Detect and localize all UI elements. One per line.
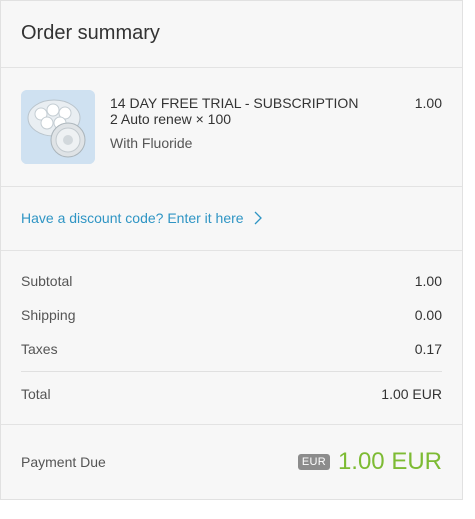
product-price: 1.00 bbox=[414, 95, 442, 111]
discount-code-link[interactable]: Have a discount code? Enter it here bbox=[1, 187, 462, 251]
taxes-row: Taxes 0.17 bbox=[21, 323, 442, 357]
payment-due-row: Payment Due EUR 1.00 EUR bbox=[1, 425, 462, 499]
totals-section: Subtotal 1.00 Shipping 0.00 Taxes 0.17 T… bbox=[1, 251, 462, 425]
product-variant: With Fluoride bbox=[110, 135, 193, 151]
shipping-row: Shipping 0.00 bbox=[21, 289, 442, 323]
total-row: Total 1.00 EUR bbox=[21, 372, 442, 402]
line-item: 14 DAY FREE TRIAL - SUBSCRIPTION 2 Auto … bbox=[1, 68, 462, 187]
order-summary-header: Order summary bbox=[1, 1, 462, 68]
taxes-value: 0.17 bbox=[414, 341, 442, 357]
order-summary-panel: Order summary 14 DAY FREE TRIAL - SUBSCR… bbox=[0, 0, 463, 500]
chevron-right-icon bbox=[253, 211, 263, 228]
order-summary-title: Order summary bbox=[21, 22, 160, 44]
discount-code-label: Have a discount code? Enter it here bbox=[21, 210, 244, 226]
shipping-value: 0.00 bbox=[414, 307, 442, 323]
subtotal-row: Subtotal 1.00 bbox=[21, 251, 442, 289]
taxes-label: Taxes bbox=[21, 341, 58, 357]
total-value: 1.00 EUR bbox=[381, 386, 442, 402]
product-jar-icon bbox=[21, 90, 95, 164]
subtotal-label: Subtotal bbox=[21, 273, 73, 289]
payment-due-amount-group: EUR 1.00 EUR bbox=[297, 448, 442, 476]
payment-due-label: Payment Due bbox=[21, 454, 106, 470]
product-name: 14 DAY FREE TRIAL - SUBSCRIPTION 2 Auto … bbox=[110, 95, 359, 127]
currency-badge: EUR bbox=[297, 454, 330, 470]
subtotal-value: 1.00 bbox=[414, 273, 442, 289]
payment-due-amount: 1.00 EUR bbox=[337, 448, 442, 475]
total-label: Total bbox=[21, 386, 51, 402]
shipping-label: Shipping bbox=[21, 307, 76, 323]
